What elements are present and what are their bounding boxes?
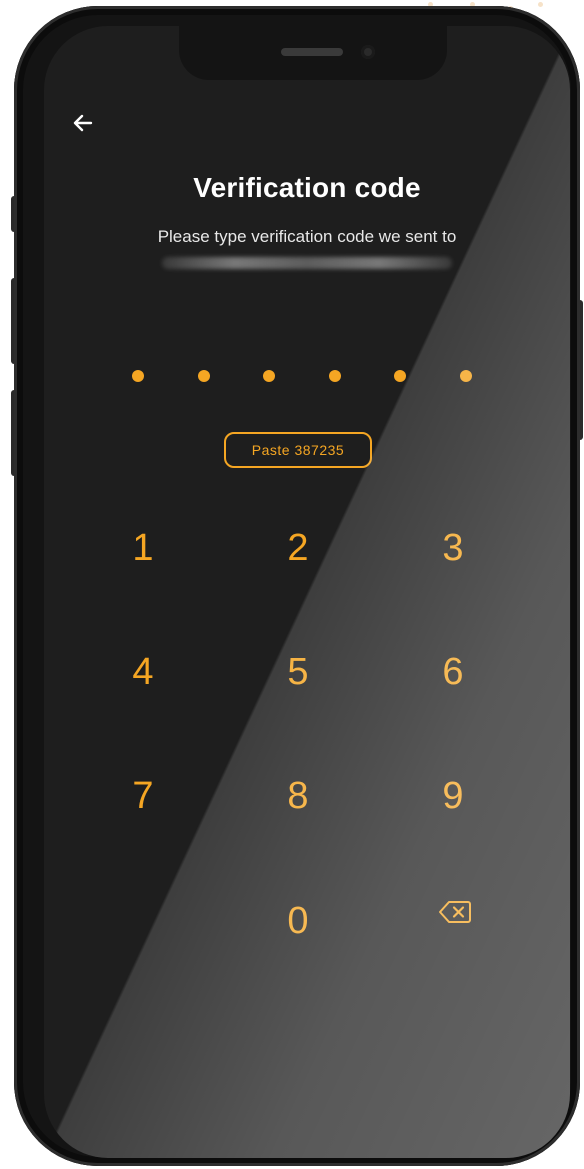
front-camera bbox=[361, 45, 375, 59]
back-arrow-icon bbox=[70, 110, 96, 141]
speaker-grille bbox=[281, 48, 343, 56]
blurred-email bbox=[162, 257, 452, 269]
phone-frame: Verification code Please type verificati… bbox=[14, 6, 580, 1166]
page-title: Verification code bbox=[193, 172, 421, 203]
code-dot bbox=[263, 370, 276, 382]
code-dot bbox=[328, 370, 341, 382]
keypad-key-5[interactable]: 5 bbox=[253, 632, 343, 712]
code-dot bbox=[394, 370, 407, 382]
home-indicator bbox=[234, 1136, 380, 1141]
phone-screen: Verification code Please type verificati… bbox=[44, 26, 570, 1158]
code-dot bbox=[132, 370, 144, 382]
background-dot bbox=[538, 2, 543, 7]
keypad-key-3[interactable]: 3 bbox=[408, 508, 498, 588]
backspace-button[interactable] bbox=[420, 894, 490, 934]
notch bbox=[179, 26, 447, 80]
keypad-key-9[interactable]: 9 bbox=[408, 756, 498, 836]
back-button[interactable] bbox=[66, 108, 100, 142]
mockup-stage: Verification code Please type verificati… bbox=[0, 0, 584, 1169]
keypad-key-8[interactable]: 8 bbox=[253, 756, 343, 836]
keypad-key-1[interactable]: 1 bbox=[98, 508, 188, 588]
keypad-key-6[interactable]: 6 bbox=[408, 632, 498, 712]
keypad-key-0[interactable]: 0 bbox=[253, 881, 343, 961]
backspace-icon bbox=[438, 899, 472, 930]
code-dot bbox=[459, 370, 472, 382]
keypad-key-4[interactable]: 4 bbox=[98, 632, 188, 712]
code-input-dots[interactable] bbox=[132, 370, 472, 382]
keypad-key-2[interactable]: 2 bbox=[253, 508, 343, 588]
page-subtitle: Please type verification code we sent to bbox=[157, 227, 457, 246]
keypad-key-7[interactable]: 7 bbox=[98, 756, 188, 836]
code-dot bbox=[197, 370, 210, 382]
paste-code-button[interactable]: Paste 387235 bbox=[224, 432, 372, 468]
